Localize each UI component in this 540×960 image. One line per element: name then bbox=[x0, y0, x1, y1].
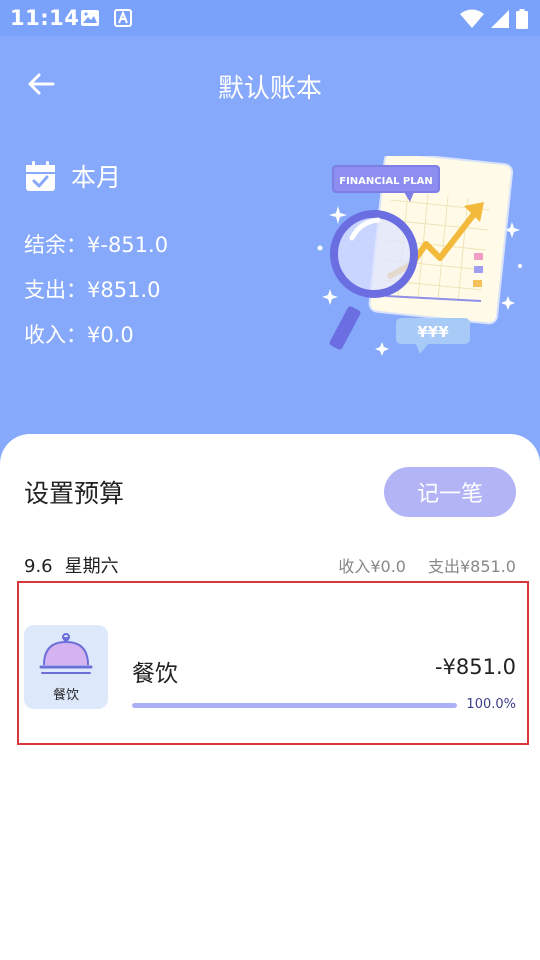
currency-bubble-text: ¥¥¥ bbox=[417, 323, 449, 341]
status-time: 11:14 bbox=[10, 6, 80, 30]
day-expense: 支出¥851.0 bbox=[428, 557, 516, 576]
day-date: 9.6 bbox=[24, 556, 53, 577]
image-icon bbox=[80, 9, 100, 31]
signal-icon bbox=[490, 9, 510, 33]
set-budget-link[interactable]: 设置预算 bbox=[24, 474, 124, 510]
day-weekday: 星期六 bbox=[64, 556, 119, 577]
text-a-icon bbox=[114, 9, 132, 31]
status-bar: 11:14 bbox=[0, 0, 540, 36]
category-progress-bar bbox=[132, 703, 457, 708]
battery-icon bbox=[516, 9, 528, 33]
period-selector[interactable]: 本月 bbox=[24, 157, 121, 195]
calendar-check-icon bbox=[26, 160, 55, 191]
record-entry-button[interactable]: 记一笔 bbox=[384, 467, 516, 517]
balance-stat: 结余：¥-851.0 bbox=[24, 233, 169, 257]
financial-plan-illustration: FINANCIAL PLAN ¥¥¥ bbox=[317, 156, 522, 356]
category-percent: 100.0% bbox=[466, 697, 516, 712]
plan-tag-text: FINANCIAL PLAN bbox=[339, 176, 433, 187]
day-income: 收入¥0.0 bbox=[338, 557, 406, 576]
expense-stat: 支出：¥851.0 bbox=[24, 278, 161, 302]
category-tile[interactable]: 餐饮 bbox=[24, 625, 108, 709]
page-title: 默认账本 bbox=[217, 74, 322, 104]
wifi-icon bbox=[460, 9, 484, 33]
category-progress-fill bbox=[132, 703, 457, 708]
day-header: 9.6 星期六 bbox=[24, 552, 119, 578]
category-tile-label: 餐饮 bbox=[52, 688, 79, 703]
category-name: 餐饮 bbox=[132, 661, 178, 687]
income-stat: 收入：¥0.0 bbox=[24, 323, 134, 347]
day-totals: 收入¥0.0 支出¥851.0 bbox=[338, 553, 516, 577]
category-amount: -¥851.0 bbox=[434, 655, 516, 679]
food-cover-icon bbox=[39, 633, 93, 674]
period-label: 本月 bbox=[71, 163, 122, 192]
